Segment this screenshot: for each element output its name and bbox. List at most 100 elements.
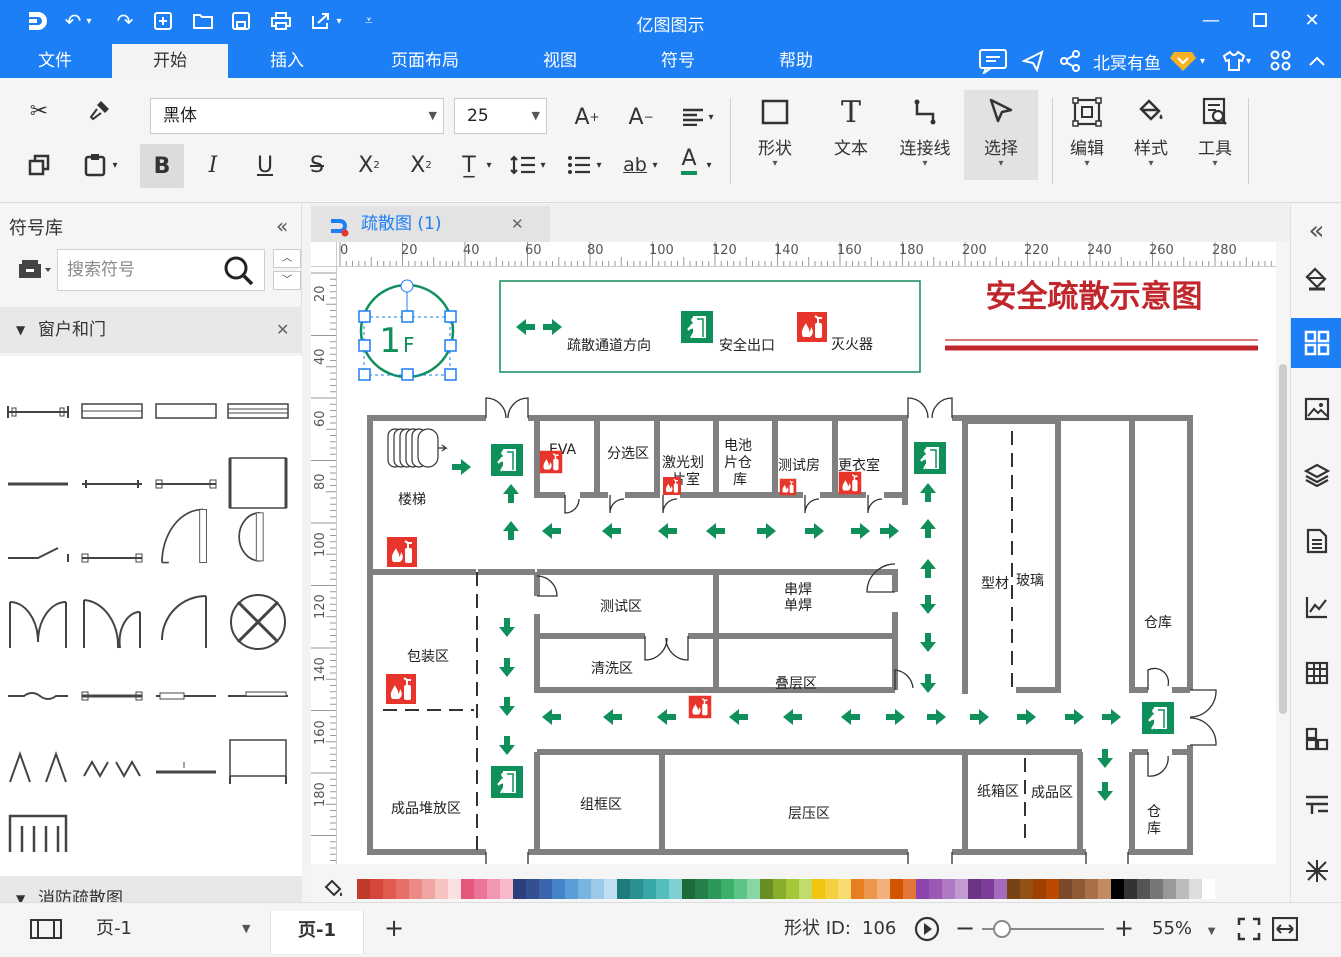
tools-button[interactable]: 工具 ▾ [1182,90,1248,180]
color-swatch[interactable] [682,878,695,899]
color-swatch[interactable] [1085,878,1098,899]
color-swatch[interactable] [357,878,370,899]
drawing-canvas[interactable]: 安全疏散示意图 1 F 疏散通道方向 安全出口 灭火器 楼梯 EVA 分选区 激… [337,267,1276,864]
menu-view[interactable]: 视图 [520,44,600,78]
align-dropdown-icon[interactable]: ▾ [704,100,718,134]
color-swatch[interactable] [669,878,682,899]
color-swatch[interactable] [1059,878,1072,899]
corner-window-shape[interactable] [226,452,290,512]
save-icon[interactable] [228,8,254,34]
open-icon[interactable] [190,8,216,34]
chart-icon[interactable] [1291,582,1341,632]
color-swatch[interactable] [1176,878,1189,899]
page-icon[interactable] [1291,516,1341,566]
page-tab[interactable]: 页-1 [270,911,364,954]
color-swatch[interactable] [812,878,825,899]
color-swatch[interactable] [1007,878,1020,899]
add-page-icon[interactable]: + [384,903,404,954]
menu-file[interactable]: 文件 [0,44,110,78]
text-format-icon[interactable]: T̲ [452,148,486,182]
color-swatch[interactable] [656,878,669,899]
uneven-double-door-shape[interactable] [80,592,144,652]
vip-diamond-icon[interactable] [1170,48,1196,74]
bold-button[interactable]: B [140,144,184,188]
pocket-door-shape[interactable] [154,662,218,722]
search-icon[interactable] [223,255,255,291]
color-swatch[interactable] [1202,878,1215,899]
color-swatch[interactable] [487,878,500,899]
bullet-list-icon[interactable] [562,148,596,182]
vertical-scrollbar[interactable] [1279,364,1287,714]
font-color-dropdown-icon[interactable]: ▾ [702,148,716,182]
color-swatch[interactable] [643,878,656,899]
undo-dropdown-icon[interactable]: ▾ [82,8,96,34]
opening-shape[interactable] [6,662,70,722]
symbols-panel-icon[interactable] [1291,318,1341,368]
color-swatch[interactable] [1072,878,1085,899]
color-swatch[interactable] [890,878,903,899]
format-icon[interactable] [1291,780,1341,830]
bullet-list-dropdown-icon[interactable]: ▾ [592,148,606,182]
color-swatch[interactable] [1111,878,1124,899]
decrease-font-icon[interactable]: A − [624,100,658,134]
color-swatch[interactable] [955,878,968,899]
color-swatch[interactable] [539,878,552,899]
color-swatch[interactable] [968,878,981,899]
share-icon[interactable] [1058,48,1082,74]
format-painter-icon[interactable] [82,94,116,128]
fit-page-icon[interactable] [1237,903,1261,954]
color-swatch[interactable] [383,878,396,899]
category-fire-evacuation[interactable]: ▼ 消防疏散图 [0,876,302,902]
copy-icon[interactable] [22,148,56,182]
gate-shape[interactable] [6,802,70,862]
color-swatch[interactable] [708,878,721,899]
user-dropdown-icon[interactable]: ▾ [1200,48,1205,74]
zoom-in-icon[interactable]: + [1114,903,1134,954]
folding-double-door-shape[interactable] [80,732,144,792]
sliding-window-shape[interactable] [80,452,144,512]
color-swatch[interactable] [981,878,994,899]
pivot-door-shape[interactable] [226,506,290,566]
color-swatch[interactable] [695,878,708,899]
menu-symbol[interactable]: 符号 [640,44,716,78]
color-swatch[interactable] [513,878,526,899]
close-icon[interactable]: ✕ [1297,6,1327,34]
zoom-level[interactable]: 55% ▼ [1152,903,1215,954]
color-swatch[interactable] [825,878,838,899]
garage-door-shape[interactable] [226,732,290,792]
font-size-select[interactable]: 25 ▼ [454,98,547,134]
color-swatch[interactable] [1020,878,1033,899]
cut-icon[interactable]: ✂ [22,94,56,128]
color-swatch[interactable] [1124,878,1137,899]
color-swatch[interactable] [864,878,877,899]
rotate-handle[interactable] [400,279,414,293]
fill-icon[interactable] [1291,254,1341,304]
legend-box[interactable]: 疏散通道方向 安全出口 灭火器 [499,280,921,373]
color-swatch[interactable] [578,878,591,899]
color-swatch[interactable] [1150,878,1163,899]
resize-handle[interactable] [401,310,414,323]
color-swatch[interactable] [994,878,1007,899]
zoom-slider-thumb[interactable] [993,920,1011,938]
resize-handle[interactable] [444,368,457,381]
fit-width-icon[interactable] [1271,903,1299,954]
accordion-door-shape[interactable] [6,732,70,792]
comment-icon[interactable] [978,48,1010,74]
window-double-shape[interactable] [226,382,290,442]
underline-button[interactable]: U [248,148,282,182]
scroll-down-icon[interactable]: ﹀ [273,271,301,290]
single-door-shape[interactable] [154,506,218,566]
resize-handle[interactable] [444,339,457,352]
color-swatch[interactable] [877,878,890,899]
menu-home[interactable]: 开始 [112,44,228,78]
color-swatch[interactable] [838,878,851,899]
close-tab-icon[interactable]: ✕ [511,206,524,242]
send-icon[interactable] [1022,48,1044,74]
menu-insert[interactable]: 插入 [240,44,334,78]
strikethrough-button[interactable]: S [300,148,334,182]
color-swatch[interactable] [435,878,448,899]
window-shape[interactable] [80,382,144,442]
shape-button[interactable]: 形状 ▾ [740,90,810,180]
wall-shape[interactable] [6,382,70,442]
color-swatch[interactable] [552,878,565,899]
